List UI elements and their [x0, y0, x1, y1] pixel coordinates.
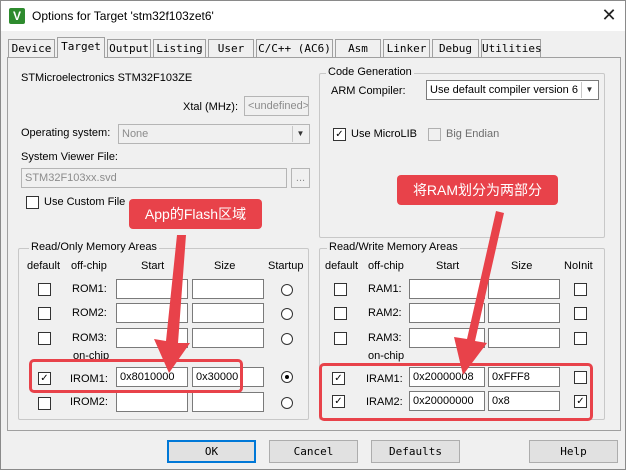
right-arrow-icon: [454, 211, 504, 375]
annotation-arrows: [154, 211, 504, 375]
options-dialog: V Options for Target 'stm32f103zet6' ✕ D…: [0, 0, 626, 470]
split-ram-callout: 将RAM划分为两部分: [397, 175, 558, 205]
left-arrow-icon: [154, 235, 190, 373]
tab-target[interactable]: Target: [57, 37, 105, 58]
app-flash-callout: App的Flash区域: [129, 199, 262, 229]
